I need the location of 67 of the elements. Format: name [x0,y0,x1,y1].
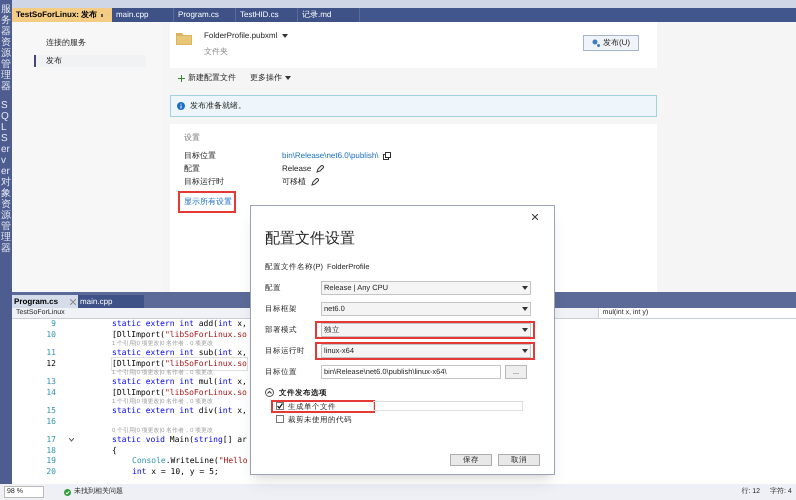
code-line: static extern int sub(int x, [112,347,247,360]
info-message: 发布准备就绪。 [190,100,246,112]
code-line: static extern int div(int x, [112,405,247,418]
code-line: static extern int mul(int x, [112,376,247,388]
profile-type: 文件夹 [204,46,229,58]
setting-label: 配置 [184,162,201,174]
line-number: 13 [45,376,56,388]
checkbox[interactable] [276,415,284,424]
setting-label: 目标运行时 [184,176,225,188]
document-tab[interactable]: 记录.md [298,8,360,22]
plus-icon [178,74,185,82]
more-actions-button[interactable]: 更多操作 [250,72,291,84]
caret-icon [282,34,288,38]
line-number: 9 [50,319,56,330]
profile-selector[interactable]: FolderProfile.pubxml [204,30,288,42]
line-number: 12 [45,358,56,370]
line-number: 16 [45,416,56,428]
document-tab[interactable]: main.cpp [112,8,174,22]
code-line: [DllImport("libSoForLinux.so [112,386,247,398]
close-button[interactable] [530,212,540,222]
copy-icon[interactable] [382,152,391,160]
setting-label: 目标位置 [184,150,217,162]
check-icon [277,403,283,410]
setting-value: Release [282,162,312,174]
show-all-settings-link[interactable]: 显示所有设置 [184,196,232,208]
code-line: static void Main(string[] ar [112,434,247,446]
line-number: 14 [45,386,56,399]
info-icon [177,102,185,110]
new-profile-button[interactable]: 新建配置文件 [178,72,236,84]
code-line: static extern int add(int x, [112,319,247,330]
line-number: 18 [45,444,56,457]
nav-item[interactable]: 发布 [34,55,146,67]
editor-tab[interactable]: main.cpp [78,295,144,308]
line-number: 19 [45,455,56,468]
code-line: [DllImport("libSoForLinux.so [112,358,247,370]
code-line: Console.WriteLine("Hello [132,455,248,468]
pin-icon[interactable] [101,14,104,16]
tool-window-tab[interactable]: SQL Server 对象资源管理器 [1,100,11,254]
document-tab[interactable]: TestHID.cs [236,8,298,22]
gear-icon [592,39,600,47]
line-number: 10 [45,328,56,341]
line-number: 17 [45,434,56,446]
checkbox[interactable] [276,402,284,410]
nav-item[interactable]: 连接的服务 [34,37,146,49]
dialog-title: 配置文件设置 [265,229,356,249]
publish-button[interactable]: 发布(U) [583,35,639,51]
line-number: 20 [45,466,56,478]
dropdown-caret-icon [522,328,528,332]
editor-tab[interactable]: Program.cs [12,295,78,308]
check-circle-icon [64,488,71,496]
code-line: { [112,444,117,457]
caret-icon [285,76,291,80]
document-tab[interactable]: TestSoForLinux: 发布 [12,8,112,22]
folder-icon [176,32,192,45]
line-number: 11 [45,347,56,360]
setting-link[interactable]: bin\Release\net6.0\publish\ [282,150,379,162]
tool-window-tab[interactable]: 服务器资源管理器 [1,4,11,92]
dropdown-caret-icon [522,348,528,352]
settings-title: 设置 [184,132,201,144]
document-tab[interactable]: Program.cs [174,8,236,22]
line-number: 15 [45,405,56,418]
fold-icon[interactable] [68,438,74,442]
code-line: [DllImport("libSoForLinux.so [112,328,247,340]
code-line: int x = 10, y = 5; [132,466,219,478]
collapse-icon[interactable] [265,388,274,397]
setting-value: 可移植 [282,176,306,188]
dropdown-caret-icon [522,286,528,290]
